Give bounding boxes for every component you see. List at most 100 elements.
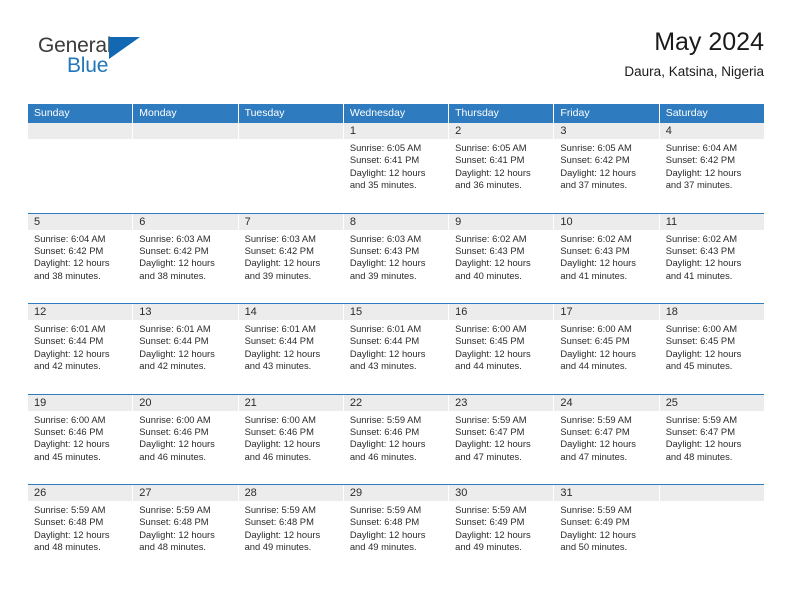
day-number: 17 [554,304,659,320]
calendar-day-cell-empty [659,485,764,575]
calendar-day-cell[interactable]: 6 Sunrise: 6:03 AM Sunset: 6:42 PM Daylight… [133,213,239,303]
sunrise-text: Sunrise: 5:59 AM [349,504,422,515]
sunrise-text: Sunrise: 6:05 AM [560,142,632,153]
day-number: 1 [343,123,449,139]
sunset-text: Sunset: 6:42 PM [244,244,314,256]
calendar-day-cell[interactable]: 12 Sunrise: 6:01 AM Sunset: 6:44 PM Dayligh… [28,304,134,394]
page-subtitle: Daura, Katsina, Nigeria [624,64,764,79]
daylight-text: Daylight: 12 hours and 36 minutes. [455,166,531,191]
sunset-text: Sunset: 6:46 PM [34,425,104,437]
calendar-day-cell[interactable]: 25 Sunrise: 5:59 AM Sunset: 6:47 PM Dayligh… [659,394,764,484]
day-details: Sunrise: 6:04 AM Sunset: 6:42 PM Daylight:… [660,139,764,192]
sunset-text: Sunset: 6:44 PM [34,335,104,347]
sunrise-text: Sunrise: 6:00 AM [244,413,316,425]
calendar-day-cell[interactable]: 2 Sunrise: 6:05 AM Sunset: 6:41 PM Daylight… [449,123,555,213]
general-blue-logo[interactable]: General Blue [38,34,168,88]
day-number: 14 [238,304,343,320]
calendar-day-cell[interactable]: 3 Sunrise: 6:05 AM Sunset: 6:42 PM Daylight… [554,123,660,213]
day-number: 8 [343,213,449,230]
day-details: Sunrise: 6:05 AM Sunset: 6:41 PM Daylight:… [449,139,553,192]
calendar-day-cell[interactable]: 20 Sunrise: 6:00 AM Sunset: 6:46 PM Dayligh… [133,394,239,484]
calendar-day-cell[interactable]: 14 Sunrise: 6:01 AM Sunset: 6:44 PM Dayligh… [238,304,344,394]
calendar-day-cell[interactable]: 22 Sunrise: 5:59 AM Sunset: 6:46 PM Dayligh… [343,394,450,484]
day-number: 24 [554,394,659,411]
daylight-text: Daylight: 12 hours and 50 minutes. [560,528,636,553]
calendar-day-cell[interactable]: 29 Sunrise: 5:59 AM Sunset: 6:48 PM Dayligh… [343,485,450,575]
calendar-day-cell[interactable]: 5 Sunrise: 6:04 AM Sunset: 6:42 PM Daylight… [28,213,134,303]
calendar-day-cell[interactable]: 10 Sunrise: 6:02 AM Sunset: 6:43 PM Dayligh… [554,213,660,303]
calendar-day-cell[interactable]: 23 Sunrise: 5:59 AM Sunset: 6:47 PM Dayligh… [449,394,555,484]
daylight-text: Daylight: 12 hours and 49 minutes. [349,528,426,553]
sunrise-text: Sunrise: 6:02 AM [455,232,527,244]
sunset-text: Sunset: 6:47 PM [560,425,630,437]
calendar-day-cell[interactable]: 7 Sunrise: 6:03 AM Sunset: 6:42 PM Daylight… [238,213,344,303]
weekday-header-row: Sunday Monday Tuesday Wednesday Thursday Frid… [28,104,764,123]
calendar-day-cell[interactable]: 4 Sunrise: 6:04 AM Sunset: 6:42 PM Daylight… [659,123,764,213]
day-number: 9 [449,213,554,230]
day-number: 29 [343,485,449,501]
calendar-day-cell[interactable]: 28 Sunrise: 5:59 AM Sunset: 6:48 PM Dayligh… [238,485,344,575]
calendar-day-cell[interactable]: 8 Sunrise: 6:03 AM Sunset: 6:43 PM Daylight… [343,213,450,303]
calendar-day-cell[interactable]: 31 Sunrise: 5:59 AM Sunset: 6:49 PM Dayligh… [554,485,660,575]
weekday-header-thursday: Thursday [449,104,555,123]
sunrise-text: Sunrise: 6:05 AM [349,142,422,153]
daylight-text: Daylight: 12 hours and 43 minutes. [349,347,426,372]
day-number: 13 [133,304,238,320]
sunrise-text: Sunrise: 5:59 AM [349,413,422,425]
calendar-day-cell[interactable]: 26 Sunrise: 5:59 AM Sunset: 6:48 PM Dayligh… [28,485,134,575]
weekday-header-sunday: Sunday [28,104,134,123]
logo-triangle-icon [109,37,140,59]
sunset-text: Sunset: 6:48 PM [244,516,314,528]
day-number [238,123,343,139]
day-number: 6 [133,213,238,230]
day-details: Sunrise: 6:01 AM Sunset: 6:44 PM Daylight:… [133,320,237,373]
day-details: Sunrise: 6:03 AM Sunset: 6:43 PM Daylight:… [344,230,448,283]
calendar-day-cell[interactable]: 19 Sunrise: 6:00 AM Sunset: 6:46 PM Dayligh… [28,394,134,484]
day-details: Sunrise: 5:59 AM Sunset: 6:48 PM Daylight:… [133,501,237,554]
calendar-day-cell[interactable]: 13 Sunrise: 6:01 AM Sunset: 6:44 PM Dayligh… [133,304,239,394]
day-number: 7 [238,213,343,230]
daylight-text: Daylight: 12 hours and 39 minutes. [244,257,321,281]
day-number: 22 [343,394,449,411]
page-title: May 2024 [654,28,764,56]
day-number [133,123,238,139]
sunset-text: Sunset: 6:41 PM [455,154,525,166]
daylight-text: Daylight: 12 hours and 42 minutes. [34,347,110,372]
page-header: General Blue May 2024 Daura, Katsina, Ni… [28,26,764,98]
day-details: Sunrise: 6:01 AM Sunset: 6:44 PM Daylight:… [239,320,343,373]
day-details: Sunrise: 6:00 AM Sunset: 6:46 PM Daylight:… [28,411,132,464]
calendar-day-cell[interactable]: 11 Sunrise: 6:02 AM Sunset: 6:43 PM Dayligh… [659,213,764,303]
day-number: 11 [659,213,764,230]
weekday-header-monday: Monday [133,104,239,123]
sunrise-text: Sunrise: 6:00 AM [665,323,738,334]
sunset-text: Sunset: 6:45 PM [560,335,630,347]
day-details: Sunrise: 6:00 AM Sunset: 6:45 PM Daylight:… [554,320,658,373]
day-number: 15 [343,304,449,320]
day-number: 5 [28,213,133,230]
sunrise-text: Sunrise: 5:59 AM [560,504,632,515]
day-number [28,123,133,139]
sunrise-text: Sunrise: 6:03 AM [244,232,316,244]
sunset-text: Sunset: 6:43 PM [455,244,525,256]
calendar-day-cell[interactable]: 24 Sunrise: 5:59 AM Sunset: 6:47 PM Dayligh… [554,394,660,484]
day-number: 28 [238,485,343,501]
calendar-day-cell[interactable]: 30 Sunrise: 5:59 AM Sunset: 6:49 PM Dayligh… [449,485,555,575]
calendar-day-cell[interactable]: 18 Sunrise: 6:00 AM Sunset: 6:45 PM Dayligh… [659,304,764,394]
day-details: Sunrise: 6:00 AM Sunset: 6:46 PM Daylight:… [239,411,343,464]
calendar-day-cell[interactable]: 1 Sunrise: 6:05 AM Sunset: 6:41 PM Daylight… [343,123,450,213]
daylight-text: Daylight: 12 hours and 41 minutes. [560,257,636,281]
calendar-day-cell[interactable]: 9 Sunrise: 6:02 AM Sunset: 6:43 PM Daylight… [449,213,555,303]
title-block: May 2024 Daura, Katsina, Nigeria [624,26,764,82]
calendar-day-cell[interactable]: 21 Sunrise: 6:00 AM Sunset: 6:46 PM Dayligh… [238,394,344,484]
sunrise-text: Sunrise: 6:02 AM [560,232,632,244]
weekday-header-tuesday: Tuesday [238,104,344,123]
calendar-day-cell[interactable]: 16 Sunrise: 6:00 AM Sunset: 6:45 PM Dayligh… [449,304,555,394]
day-number: 30 [449,485,554,501]
calendar-day-cell[interactable]: 27 Sunrise: 5:59 AM Sunset: 6:48 PM Dayligh… [133,485,239,575]
sunset-text: Sunset: 6:45 PM [665,335,735,347]
sunrise-text: Sunrise: 6:01 AM [349,323,422,334]
day-details: Sunrise: 6:02 AM Sunset: 6:43 PM Daylight:… [660,230,764,283]
sunset-text: Sunset: 6:48 PM [139,516,209,528]
calendar-day-cell[interactable]: 15 Sunrise: 6:01 AM Sunset: 6:44 PM Dayligh… [343,304,450,394]
calendar-day-cell[interactable]: 17 Sunrise: 6:00 AM Sunset: 6:45 PM Dayligh… [554,304,660,394]
